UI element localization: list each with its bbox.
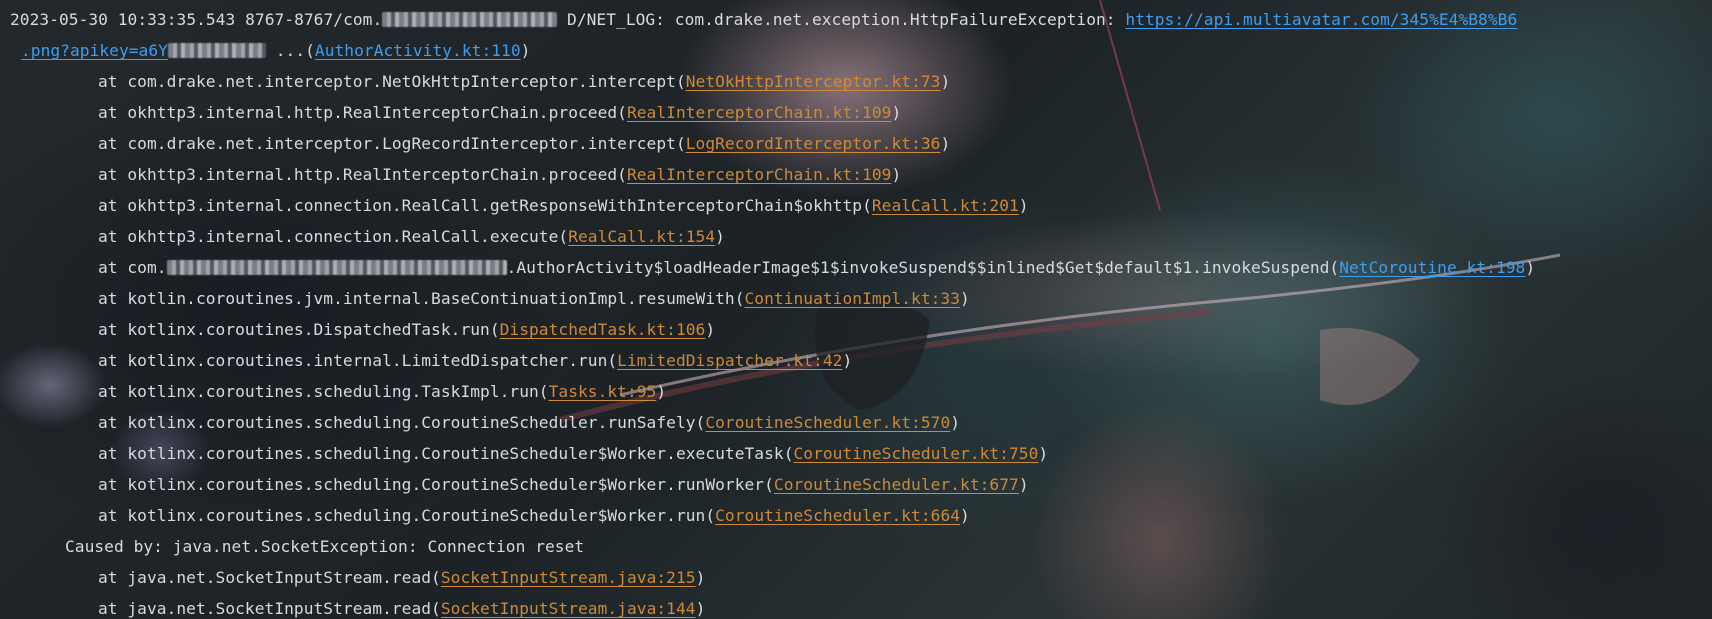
close-paren: ) [960, 289, 970, 308]
close-paren: ) [1018, 196, 1029, 215]
frame-source-link[interactable]: CoroutineScheduler.kt:664 [715, 506, 960, 525]
logcat-console[interactable]: 2023-05-30 10:33:35.543 8767-8767/com. D… [0, 0, 1712, 619]
close-paren: ) [950, 413, 961, 432]
close-paren: ) [705, 320, 716, 339]
frame-source-link[interactable]: LimitedDispatcher.kt:42 [617, 351, 842, 370]
frame-method: at okhttp3.internal.http.RealInterceptor… [98, 103, 627, 122]
frame-source-link[interactable]: Tasks.kt:95 [549, 382, 657, 401]
frame-method: at com.drake.net.interceptor.NetOkHttpIn… [98, 72, 686, 91]
frame-source-link[interactable]: CoroutineScheduler.kt:750 [794, 444, 1039, 463]
stack-frame: at kotlinx.coroutines.scheduling.Corouti… [10, 469, 1712, 500]
frame-method: at okhttp3.internal.http.RealInterceptor… [98, 165, 627, 184]
stack-frame: at java.net.SocketInputStream.read(Socke… [10, 562, 1712, 593]
stack-frame: at okhttp3.internal.connection.RealCall.… [10, 190, 1712, 221]
frame-method: at kotlinx.coroutines.scheduling.TaskImp… [98, 382, 549, 401]
frame-method: at kotlinx.coroutines.scheduling.Corouti… [98, 475, 774, 494]
stack-frame: at okhttp3.internal.connection.RealCall.… [10, 221, 1712, 252]
log-process: 8767-8767/com. [245, 10, 383, 29]
close-paren: ) [891, 165, 902, 184]
frame-source-link[interactable]: SocketInputStream.java:144 [441, 599, 696, 618]
frame-source-link[interactable]: ContinuationImpl.kt:33 [745, 289, 961, 308]
stack-frame: at com.drake.net.interceptor.NetOkHttpIn… [10, 66, 1712, 97]
close-paren: ) [1018, 475, 1029, 494]
frame-source-link[interactable]: RealInterceptorChain.kt:109 [627, 103, 891, 122]
stack-frame: at java.net.SocketInputStream.read(Socke… [10, 593, 1712, 619]
frame-method: at kotlin.coroutines.jvm.internal.BaseCo… [98, 289, 745, 308]
stack-frame: at kotlinx.coroutines.internal.LimitedDi… [10, 345, 1712, 376]
frame-source-link[interactable]: NetOkHttpInterceptor.kt:73 [686, 72, 941, 91]
stack-frame: at kotlin.coroutines.jvm.internal.BaseCo… [10, 283, 1712, 314]
frame-source-link[interactable]: RealCall.kt:201 [872, 196, 1019, 215]
close-paren: ) [656, 382, 667, 401]
frame-source-link[interactable]: CoroutineScheduler.kt:570 [705, 413, 950, 432]
frame-method: at java.net.SocketInputStream.read( [98, 568, 441, 587]
request-url-link[interactable]: https://api.multiavatar.com/345%E4%B8%B6 [1125, 10, 1517, 29]
log-ellipsis: ...( [265, 41, 315, 60]
close-paren: ) [1525, 258, 1536, 277]
close-paren: ) [520, 41, 531, 60]
frame-source-link[interactable]: SocketInputStream.java:215 [441, 568, 696, 587]
frame-method: at okhttp3.internal.connection.RealCall.… [98, 227, 569, 246]
frame-source-link[interactable]: DispatchedTask.kt:106 [500, 320, 706, 339]
close-paren: ) [842, 351, 853, 370]
close-paren: ) [695, 599, 706, 618]
frame-method: at java.net.SocketInputStream.read( [98, 599, 441, 618]
stack-frame: at com.drake.net.interceptor.LogRecordIn… [10, 128, 1712, 159]
frame-method: at kotlinx.coroutines.internal.LimitedDi… [98, 351, 618, 370]
stack-frame: at kotlinx.coroutines.scheduling.Corouti… [10, 500, 1712, 531]
close-paren: ) [715, 227, 725, 246]
log-lines: 2023-05-30 10:33:35.543 8767-8767/com. D… [10, 4, 1712, 619]
close-paren: ) [891, 103, 902, 122]
stack-frame: at kotlinx.coroutines.scheduling.Corouti… [10, 407, 1712, 438]
frame-method: at kotlinx.coroutines.scheduling.Corouti… [98, 413, 706, 432]
log-header-line: 2023-05-30 10:33:35.543 8767-8767/com. D… [10, 4, 1712, 35]
close-paren: ) [695, 568, 706, 587]
stack-frame: at com. .AuthorActivity$loadHeaderImage$1… [10, 252, 1712, 283]
stack-frame: at kotlinx.coroutines.DispatchedTask.run… [10, 314, 1712, 345]
close-paren: ) [940, 134, 951, 153]
redacted-package [382, 12, 558, 27]
frame-method: at kotlinx.coroutines.scheduling.Corouti… [98, 444, 794, 463]
log-tag-message: D/NET_LOG: com.drake.net.exception.HttpF… [557, 10, 1126, 29]
frame-source-link[interactable]: RealCall.kt:154 [568, 227, 715, 246]
frame-method: at kotlinx.coroutines.scheduling.Corouti… [98, 506, 716, 525]
redacted-api-key [167, 43, 266, 58]
frame-source-link[interactable]: NetCoroutine.kt:198 [1339, 258, 1525, 277]
stack-frame: at kotlinx.coroutines.scheduling.Corouti… [10, 438, 1712, 469]
frame-source-link[interactable]: CoroutineScheduler.kt:677 [774, 475, 1019, 494]
frame-source-link[interactable]: LogRecordInterceptor.kt:36 [686, 134, 941, 153]
frame-method: at okhttp3.internal.connection.RealCall.… [98, 196, 872, 215]
author-activity-link[interactable]: AuthorActivity.kt:110 [315, 41, 521, 60]
caused-by-line: Caused by: java.net.SocketException: Con… [65, 537, 585, 556]
log-header-continuation: .png?apikey=a6Y ...(AuthorActivity.kt:11… [10, 35, 1712, 66]
request-url-link-continued[interactable]: .png?apikey=a6Y [21, 41, 168, 60]
stack-frame: at kotlinx.coroutines.scheduling.TaskImp… [10, 376, 1712, 407]
close-paren: ) [1038, 444, 1049, 463]
close-paren: ) [960, 506, 970, 525]
frame-method: at kotlinx.coroutines.DispatchedTask.run… [98, 320, 500, 339]
close-paren: ) [940, 72, 951, 91]
frame-source-link[interactable]: RealInterceptorChain.kt:109 [627, 165, 891, 184]
frame-method: .AuthorActivity$loadHeaderImage$1$invoke… [506, 258, 1340, 277]
stack-frame: at okhttp3.internal.http.RealInterceptor… [10, 97, 1712, 128]
log-timestamp: 2023-05-30 10:33:35.543 [10, 10, 236, 29]
frame-method: at com.drake.net.interceptor.LogRecordIn… [98, 134, 686, 153]
frame-method: at com. [98, 258, 167, 277]
stack-frame: at okhttp3.internal.http.RealInterceptor… [10, 159, 1712, 190]
redacted-package [166, 260, 507, 275]
